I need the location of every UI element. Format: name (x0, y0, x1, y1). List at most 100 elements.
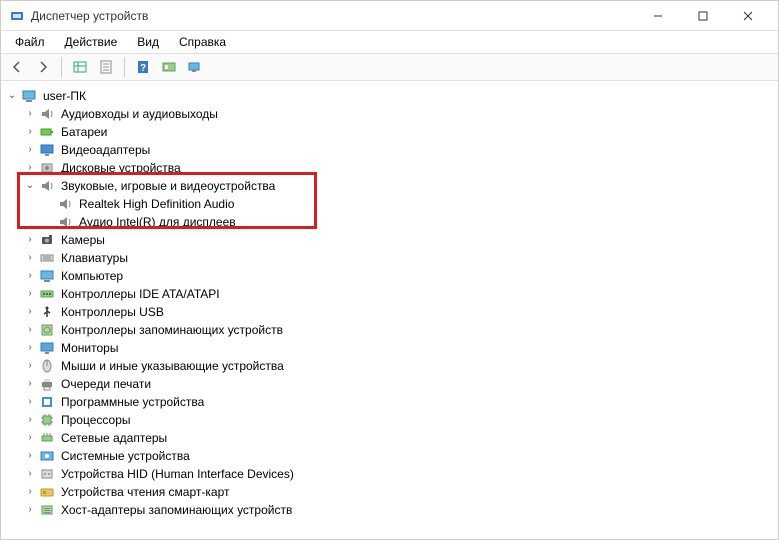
tree-item-label: Контроллеры USB (59, 303, 166, 321)
device-category-item[interactable]: ⌄Звуковые, игровые и видеоустройства (5, 177, 778, 195)
tree-item-label: Системные устройства (59, 447, 192, 465)
device-category-item[interactable]: ›Мыши и иные указывающие устройства (5, 357, 778, 375)
disk-icon (39, 160, 55, 176)
back-button[interactable] (5, 55, 29, 79)
display-icon (39, 142, 55, 158)
speaker-icon (57, 214, 73, 230)
tree-item-label: Контроллеры запоминающих устройств (59, 321, 285, 339)
device-category-item[interactable]: ›Клавиатуры (5, 249, 778, 267)
storage-icon (39, 322, 55, 338)
toolbar: ? (1, 53, 778, 81)
root-label: user-ПК (41, 87, 88, 105)
speaker-icon (39, 106, 55, 122)
svg-text:?: ? (140, 63, 146, 74)
software-icon (39, 394, 55, 410)
expand-toggle[interactable]: › (23, 359, 37, 373)
properties-button[interactable] (94, 55, 118, 79)
device-category-item[interactable]: ›Сетевые адаптеры (5, 429, 778, 447)
show-hidden-button[interactable] (68, 55, 92, 79)
printer-icon (39, 376, 55, 392)
window-controls (635, 1, 770, 31)
mouse-icon (39, 358, 55, 374)
titlebar: Диспетчер устройств (1, 1, 778, 31)
expand-toggle[interactable]: › (23, 467, 37, 481)
network-icon (39, 430, 55, 446)
forward-button[interactable] (31, 55, 55, 79)
tree-item-label: Аудио Intel(R) для дисплеев (77, 213, 238, 231)
collapse-toggle[interactable]: ⌄ (23, 179, 37, 193)
close-button[interactable] (725, 1, 770, 31)
collapse-toggle[interactable]: ⌄ (5, 89, 19, 103)
expand-toggle[interactable]: › (23, 143, 37, 157)
device-category-item[interactable]: ›Процессоры (5, 411, 778, 429)
tree-item-label: Аудиовходы и аудиовыходы (59, 105, 220, 123)
expand-toggle[interactable]: › (23, 233, 37, 247)
menu-file[interactable]: Файл (7, 33, 53, 51)
smartcard-icon (39, 484, 55, 500)
minimize-button[interactable] (635, 1, 680, 31)
help-button[interactable]: ? (131, 55, 155, 79)
device-category-item[interactable]: › Программные устройства (5, 393, 778, 411)
expand-toggle[interactable]: › (23, 449, 37, 463)
tree-item-label: Устройства чтения смарт-карт (59, 483, 231, 501)
device-category-item[interactable]: ›Видеоадаптеры (5, 141, 778, 159)
tree-item-label: Очереди печати (59, 375, 153, 393)
expand-toggle[interactable]: › (23, 305, 37, 319)
expand-toggle[interactable]: › (23, 269, 37, 283)
computer-icon (39, 268, 55, 284)
tree-item-label: Контроллеры IDE ATA/ATAPI (59, 285, 222, 303)
device-category-item[interactable]: › Аудиовходы и аудиовыходы (5, 105, 778, 123)
device-category-item[interactable]: › Системные устройства (5, 447, 778, 465)
device-category-item[interactable]: › Очереди печати (5, 375, 778, 393)
menu-view[interactable]: Вид (129, 33, 167, 51)
tree-item-label: Хост-адаптеры запоминающих устройств (59, 501, 294, 519)
device-child-item[interactable]: Realtek High Definition Audio (5, 195, 778, 213)
expand-toggle[interactable]: › (23, 413, 37, 427)
toolbar-separator (124, 57, 125, 77)
menu-action[interactable]: Действие (57, 33, 126, 51)
host-icon (39, 502, 55, 518)
battery-icon (39, 124, 55, 140)
scan-button[interactable] (157, 55, 181, 79)
expand-toggle[interactable]: › (23, 395, 37, 409)
menubar: Файл Действие Вид Справка (1, 31, 778, 53)
tree-item-label: Программные устройства (59, 393, 206, 411)
device-category-item[interactable]: ›Дисковые устройства (5, 159, 778, 177)
device-category-item[interactable]: ›Камеры (5, 231, 778, 249)
expand-toggle[interactable]: › (23, 251, 37, 265)
maximize-button[interactable] (680, 1, 725, 31)
expand-toggle[interactable]: › (23, 287, 37, 301)
tree-item-label: Батареи (59, 123, 109, 141)
menu-help[interactable]: Справка (171, 33, 234, 51)
usb-icon (39, 304, 55, 320)
device-category-item[interactable]: › Контроллеры IDE ATA/ATAPI (5, 285, 778, 303)
device-category-item[interactable]: › Хост-адаптеры запоминающих устройств (5, 501, 778, 519)
cpu-icon (39, 412, 55, 428)
tree-item-label: Устройства HID (Human Interface Devices) (59, 465, 296, 483)
camera-icon (39, 232, 55, 248)
expand-toggle[interactable]: › (23, 485, 37, 499)
expand-toggle[interactable]: › (23, 341, 37, 355)
speaker-icon (39, 178, 55, 194)
expand-toggle[interactable]: › (23, 431, 37, 445)
tree-item-label: Компьютер (59, 267, 125, 285)
expand-toggle[interactable]: › (23, 323, 37, 337)
device-child-item[interactable]: Аудио Intel(R) для дисплеев (5, 213, 778, 231)
device-category-item[interactable]: › Компьютер (5, 267, 778, 285)
device-category-item[interactable]: › Устройства чтения смарт-карт (5, 483, 778, 501)
expand-toggle[interactable]: › (23, 503, 37, 517)
expand-toggle[interactable]: › (23, 377, 37, 391)
device-category-item[interactable]: › Устройства HID (Human Interface Devices… (5, 465, 778, 483)
root-node[interactable]: ⌄ user-ПК (5, 87, 778, 105)
toolbar-separator (61, 57, 62, 77)
device-category-item[interactable]: › Контроллеры USB (5, 303, 778, 321)
device-tree[interactable]: ⌄ user-ПК › Аудиовходы и аудиовыходы › Батаре… (1, 81, 778, 539)
expand-toggle[interactable]: › (23, 161, 37, 175)
expand-toggle[interactable]: › (23, 107, 37, 121)
device-category-item[interactable]: › Контроллеры запоминающих устройств (5, 321, 778, 339)
keyboard-icon (39, 250, 55, 266)
device-category-item[interactable]: ›Мониторы (5, 339, 778, 357)
devices-button[interactable] (183, 55, 207, 79)
expand-toggle[interactable]: › (23, 125, 37, 139)
device-category-item[interactable]: › Батареи (5, 123, 778, 141)
